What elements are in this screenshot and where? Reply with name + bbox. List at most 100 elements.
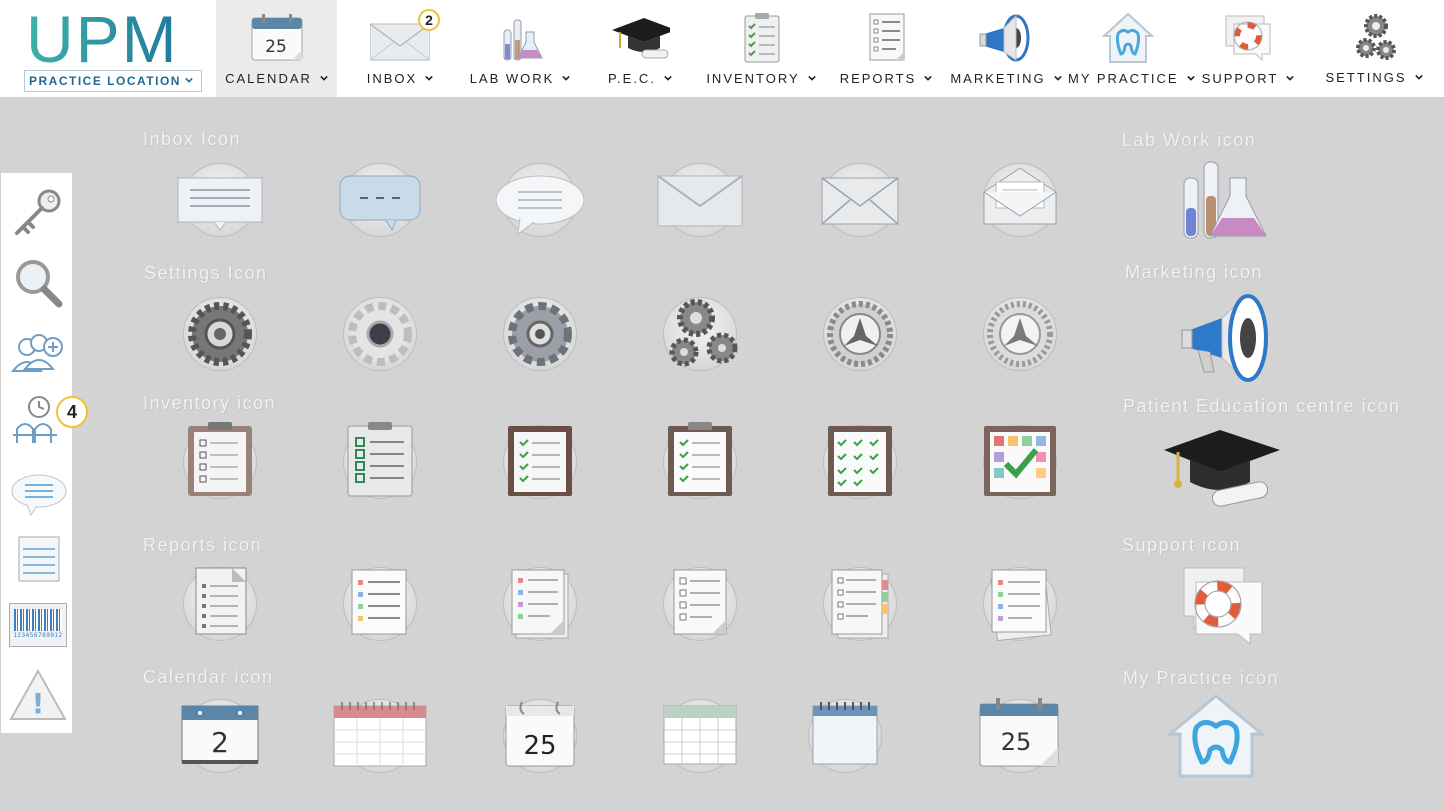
barcode-icon[interactable]: 123456789012 — [9, 603, 67, 647]
warning-icon[interactable]: ! — [9, 667, 67, 723]
reports-icon-option[interactable] — [650, 560, 750, 646]
tooth-house-icon — [1101, 12, 1155, 63]
left-toolbar: 4 123456789012 ! — [1, 173, 88, 733]
chevron-down-icon — [185, 77, 193, 83]
key-icon[interactable] — [9, 185, 67, 241]
calendar-icon-option[interactable]: 25 — [490, 692, 590, 778]
megaphone-icon — [979, 14, 1030, 62]
add-patient-icon[interactable] — [9, 323, 67, 379]
chevron-down-icon — [1286, 75, 1295, 81]
nav-calendar[interactable]: 25 CALENDAR — [216, 0, 337, 97]
settings-icon-option[interactable] — [970, 290, 1070, 376]
envelope-open-icon — [983, 167, 1057, 225]
nav-inventory-label: INVENTORY — [706, 71, 800, 86]
logo-text: UPM — [24, 6, 204, 72]
inventory-icon-option[interactable] — [810, 418, 910, 504]
nav-calendar-label: CALENDAR — [225, 71, 312, 86]
calendar-day-text: 25 — [265, 37, 287, 57]
calendar-icon-option[interactable] — [650, 692, 750, 778]
gear-icon — [188, 302, 252, 366]
upm-logo[interactable]: UPM PRACTICE LOCATION — [24, 6, 204, 94]
calendar-icon-option[interactable] — [795, 692, 895, 778]
tooth-house-icon[interactable] — [1160, 690, 1290, 790]
clipboard-check-icon — [984, 426, 1056, 496]
calendar-icon-option[interactable]: 25 — [970, 692, 1070, 778]
nav-settings-label: SETTINGS — [1325, 70, 1407, 85]
nav-inbox[interactable]: 2 INBOX — [350, 0, 450, 97]
nav-inbox-label: INBOX — [366, 71, 418, 86]
waiting-room-badge: 4 — [56, 396, 88, 428]
magnifier-icon[interactable] — [9, 255, 67, 311]
nav-my-practice[interactable]: MY PRACTICE — [1068, 0, 1195, 97]
nav-reports[interactable]: REPORTS — [836, 0, 936, 97]
nav-marketing[interactable]: MARKETING — [950, 0, 1062, 97]
reports-icon-option[interactable] — [810, 560, 910, 646]
calendar-icon: 25 — [505, 701, 575, 767]
lab-flask-icon — [503, 19, 543, 61]
inbox-icon-option[interactable] — [330, 156, 430, 242]
calendar-icon-option[interactable] — [330, 692, 430, 778]
reports-icon-option[interactable] — [490, 560, 590, 646]
calendar-icon: 25 — [979, 698, 1059, 767]
speech-bubble-icon[interactable] — [9, 465, 67, 521]
section-title-inventory: Inventory icon — [143, 393, 277, 413]
reports-icon-option[interactable] — [970, 560, 1070, 646]
chat-bubble-icon — [339, 175, 421, 232]
nav-pec[interactable]: P.E.C. — [592, 0, 688, 97]
section-title-my-practice: My Practice icon — [1123, 668, 1280, 688]
top-navigation-bar: UPM PRACTICE LOCATION 25 CALENDAR 2 INBO… — [0, 0, 1444, 97]
settings-icon-option[interactable] — [650, 290, 750, 376]
reports-icon-option[interactable] — [330, 560, 430, 646]
calendar-icon: 2 — [181, 705, 259, 764]
calendar-day-text: 25 — [523, 731, 556, 761]
report-stack-tabs-icon — [831, 569, 889, 639]
settings-icon-option[interactable] — [490, 290, 590, 376]
lifebuoy-icon[interactable] — [1160, 560, 1290, 660]
inbox-icon-option[interactable] — [490, 156, 590, 242]
nav-marketing-label: MARKETING — [950, 71, 1046, 86]
settings-icon-option[interactable] — [170, 290, 270, 376]
gears-icon — [1356, 14, 1396, 60]
clipboard-checklist-icon — [188, 422, 252, 496]
inventory-icon-option[interactable] — [170, 418, 270, 504]
report-list-icon — [351, 569, 407, 635]
inventory-icon-option[interactable] — [650, 418, 750, 504]
nav-lab-work[interactable]: LAB WORK — [468, 0, 572, 97]
settings-icon-option[interactable] — [330, 290, 430, 376]
inbox-icon-option[interactable] — [650, 156, 750, 242]
megaphone-icon[interactable] — [1168, 288, 1298, 388]
clipboard-grid-icon — [828, 426, 892, 496]
nav-pec-label: P.E.C. — [608, 71, 656, 86]
clipboard-checklist-icon — [744, 13, 780, 63]
inbox-icon-option[interactable] — [810, 156, 910, 242]
gear-icon — [508, 302, 572, 366]
inventory-icon-option[interactable] — [330, 418, 430, 504]
graduation-cap-icon[interactable] — [1160, 420, 1290, 520]
report-stack-icon — [990, 569, 1052, 642]
inbox-icon-option[interactable] — [170, 156, 270, 242]
practice-location-selector[interactable]: PRACTICE LOCATION — [24, 70, 202, 92]
nav-support[interactable]: SUPPORT — [1196, 0, 1300, 97]
section-title-marketing: Marketing icon — [1125, 262, 1264, 282]
calendar-grid-icon — [663, 705, 737, 765]
calendar-icon-option[interactable]: 2 — [170, 692, 270, 778]
section-title-inbox: Inbox Icon — [143, 129, 242, 149]
inbox-badge: 2 — [418, 9, 440, 31]
chevron-down-icon — [1053, 75, 1062, 81]
section-title-support: Support icon — [1122, 535, 1242, 555]
report-stack-icon — [511, 569, 569, 639]
envelope-icon — [657, 175, 743, 227]
calendar-blank-icon — [812, 702, 878, 765]
inbox-icon-option[interactable] — [970, 156, 1070, 242]
clipboard-checklist-icon — [347, 422, 413, 497]
inventory-icon-option[interactable] — [970, 418, 1070, 504]
inventory-icon-option[interactable] — [490, 418, 590, 504]
settings-icon-option[interactable] — [810, 290, 910, 376]
nav-inventory[interactable]: INVENTORY — [706, 0, 816, 97]
note-lines-icon[interactable] — [9, 533, 67, 589]
section-title-calendar: Calendar icon — [143, 667, 274, 687]
nav-settings[interactable]: SETTINGS — [1320, 0, 1428, 97]
reports-icon-option[interactable] — [170, 560, 270, 646]
lab-flask-icon[interactable] — [1168, 152, 1298, 252]
report-checkbox-icon — [673, 569, 727, 635]
